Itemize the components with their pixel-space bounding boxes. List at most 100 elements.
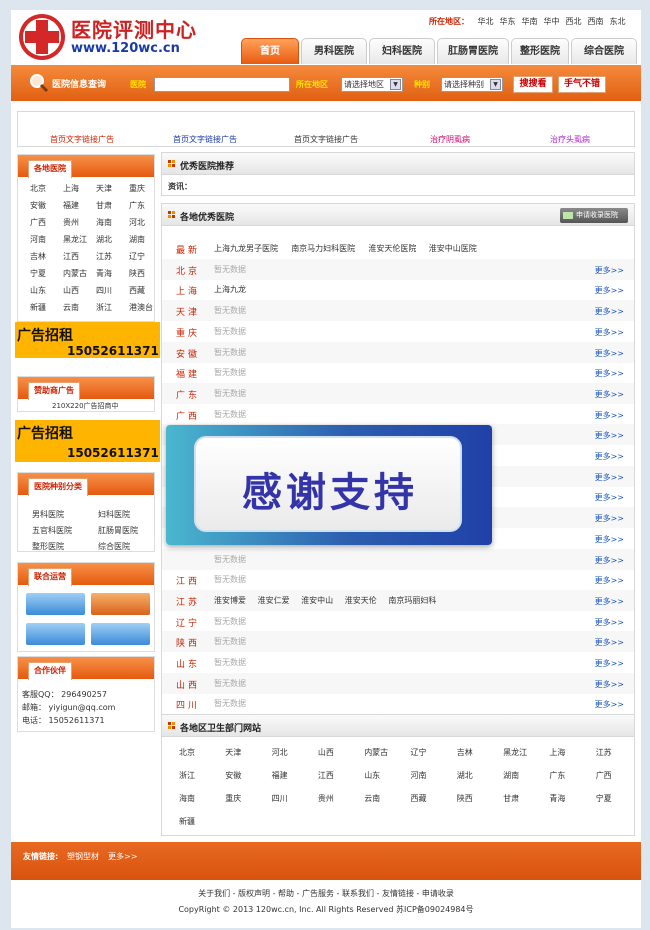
more-link[interactable]: 更多>> xyxy=(595,555,624,566)
city-link[interactable]: 内蒙古 xyxy=(63,268,87,279)
province-name[interactable]: 福建 xyxy=(176,367,200,380)
tab-0[interactable]: 首页 xyxy=(241,38,299,64)
city-link[interactable]: 宁夏 xyxy=(30,268,46,279)
hospital-link[interactable]: 淮安天伦 xyxy=(345,595,377,606)
tab-1[interactable]: 男科医院 xyxy=(301,38,367,64)
health-link[interactable]: 甘肃 xyxy=(503,793,519,804)
province-name[interactable]: 广东 xyxy=(176,388,200,401)
health-link[interactable]: 浙江 xyxy=(179,770,195,781)
type-link[interactable]: 综合医院 xyxy=(98,541,130,552)
tab-4[interactable]: 整形医院 xyxy=(511,38,569,64)
province-name[interactable]: 重庆 xyxy=(176,326,200,339)
province-name[interactable]: 天津 xyxy=(176,305,200,318)
more-link[interactable]: 更多>> xyxy=(595,617,624,628)
type-link[interactable]: 男科医院 xyxy=(32,509,64,520)
more-link[interactable]: 更多>> xyxy=(595,596,624,607)
city-link[interactable]: 海南 xyxy=(96,217,112,228)
tab-2[interactable]: 妇科医院 xyxy=(369,38,435,64)
health-link[interactable]: 黑龙江 xyxy=(503,747,527,758)
city-link[interactable]: 广西 xyxy=(30,217,46,228)
city-link[interactable]: 河北 xyxy=(129,217,145,228)
footer-links[interactable]: 关于我们 - 版权声明 - 帮助 - 广告服务 - 联系我们 - 友情链接 - … xyxy=(11,888,641,899)
health-link[interactable]: 上海 xyxy=(549,747,565,758)
health-link[interactable]: 安徽 xyxy=(225,770,241,781)
health-link[interactable]: 四川 xyxy=(272,793,288,804)
hospital-search-input[interactable] xyxy=(154,77,290,92)
more-link[interactable]: 更多>> xyxy=(595,699,624,710)
health-link[interactable]: 吉林 xyxy=(457,747,473,758)
tab-3[interactable]: 肛肠胃医院 xyxy=(437,38,509,64)
friend-links-more[interactable]: 更多>> xyxy=(108,851,137,862)
more-link[interactable]: 更多>> xyxy=(595,575,624,586)
province-name[interactable]: 辽宁 xyxy=(176,616,200,629)
city-link[interactable]: 重庆 xyxy=(129,183,145,194)
hospital-link[interactable]: 淮安中山医院 xyxy=(429,243,477,254)
city-link[interactable]: 西藏 xyxy=(129,285,145,296)
city-link[interactable]: 上海 xyxy=(63,183,79,194)
hospital-link[interactable]: 淮安天伦医院 xyxy=(368,243,416,254)
health-link[interactable]: 河南 xyxy=(411,770,427,781)
city-link[interactable]: 贵州 xyxy=(63,217,79,228)
region-select[interactable]: 请选择地区 ▼ xyxy=(341,77,403,92)
more-link[interactable]: 更多>> xyxy=(595,513,624,524)
health-link[interactable]: 湖南 xyxy=(503,770,519,781)
type-link[interactable]: 肛肠胃医院 xyxy=(98,525,138,536)
province-name[interactable]: 广西 xyxy=(176,409,200,422)
region-link-2[interactable]: 华南 xyxy=(522,17,538,26)
health-link[interactable]: 北京 xyxy=(179,747,195,758)
city-link[interactable]: 北京 xyxy=(30,183,46,194)
hospital-link[interactable]: 上海九龙男子医院 xyxy=(214,243,278,254)
province-name[interactable]: 上海 xyxy=(176,284,200,297)
province-name[interactable]: 江苏 xyxy=(176,595,200,608)
city-link[interactable]: 安徽 xyxy=(30,200,46,211)
more-link[interactable]: 更多>> xyxy=(595,492,624,503)
more-link[interactable]: 更多>> xyxy=(595,389,624,400)
more-link[interactable]: 更多>> xyxy=(595,327,624,338)
province-name[interactable]: 江西 xyxy=(176,574,200,587)
province-name[interactable]: 北京 xyxy=(176,264,200,277)
city-link[interactable]: 河南 xyxy=(30,234,46,245)
health-link[interactable]: 江西 xyxy=(318,770,334,781)
health-link[interactable]: 内蒙古 xyxy=(364,747,388,758)
city-link[interactable]: 云南 xyxy=(63,302,79,313)
region-link-3[interactable]: 华中 xyxy=(544,17,560,26)
health-link[interactable]: 天津 xyxy=(225,747,241,758)
health-link[interactable]: 广西 xyxy=(596,770,612,781)
health-link[interactable]: 福建 xyxy=(272,770,288,781)
region-link-6[interactable]: 东北 xyxy=(610,17,626,26)
province-name[interactable]: 山西 xyxy=(176,678,200,691)
region-link-5[interactable]: 西南 xyxy=(588,17,604,26)
hospital-link[interactable]: 南京玛丽妇科 xyxy=(388,595,436,606)
region-link-0[interactable]: 华北 xyxy=(478,17,494,26)
more-link[interactable]: 更多>> xyxy=(595,285,624,296)
union-banner-3[interactable] xyxy=(26,623,85,645)
lucky-button[interactable]: 手气不错 xyxy=(558,76,606,93)
type-link[interactable]: 整形医院 xyxy=(32,541,64,552)
region-link-4[interactable]: 西北 xyxy=(566,17,582,26)
ad-rent-2[interactable]: 广告招租 15052611371 xyxy=(15,420,160,462)
city-link[interactable]: 湖北 xyxy=(96,234,112,245)
hospital-link[interactable]: 南京马力妇科医院 xyxy=(291,243,355,254)
type-link[interactable]: 五官科医院 xyxy=(32,525,72,536)
city-link[interactable]: 江西 xyxy=(63,251,79,262)
city-link[interactable]: 陕西 xyxy=(129,268,145,279)
city-link[interactable]: 吉林 xyxy=(30,251,46,262)
health-link[interactable]: 江苏 xyxy=(596,747,612,758)
health-link[interactable]: 陕西 xyxy=(457,793,473,804)
city-link[interactable]: 天津 xyxy=(96,183,112,194)
province-name[interactable]: 最新 xyxy=(176,243,200,256)
more-link[interactable]: 更多>> xyxy=(595,430,624,441)
ad-link-5[interactable]: 治疗头虱病 xyxy=(550,134,590,145)
union-banner-1[interactable] xyxy=(26,593,85,615)
hospital-link[interactable]: 淮安中山 xyxy=(301,595,333,606)
city-link[interactable]: 新疆 xyxy=(30,302,46,313)
city-link[interactable]: 福建 xyxy=(63,200,79,211)
hospital-link[interactable]: 淮安博爱 xyxy=(214,595,246,606)
ad-link-3[interactable]: 首页文字链接广告 xyxy=(294,134,358,145)
city-link[interactable]: 四川 xyxy=(96,285,112,296)
more-link[interactable]: 更多>> xyxy=(595,472,624,483)
city-link[interactable]: 浙江 xyxy=(96,302,112,313)
ad-link-4[interactable]: 治疗阴虱病 xyxy=(430,134,470,145)
province-name[interactable]: 山东 xyxy=(176,657,200,670)
city-link[interactable]: 山西 xyxy=(63,285,79,296)
